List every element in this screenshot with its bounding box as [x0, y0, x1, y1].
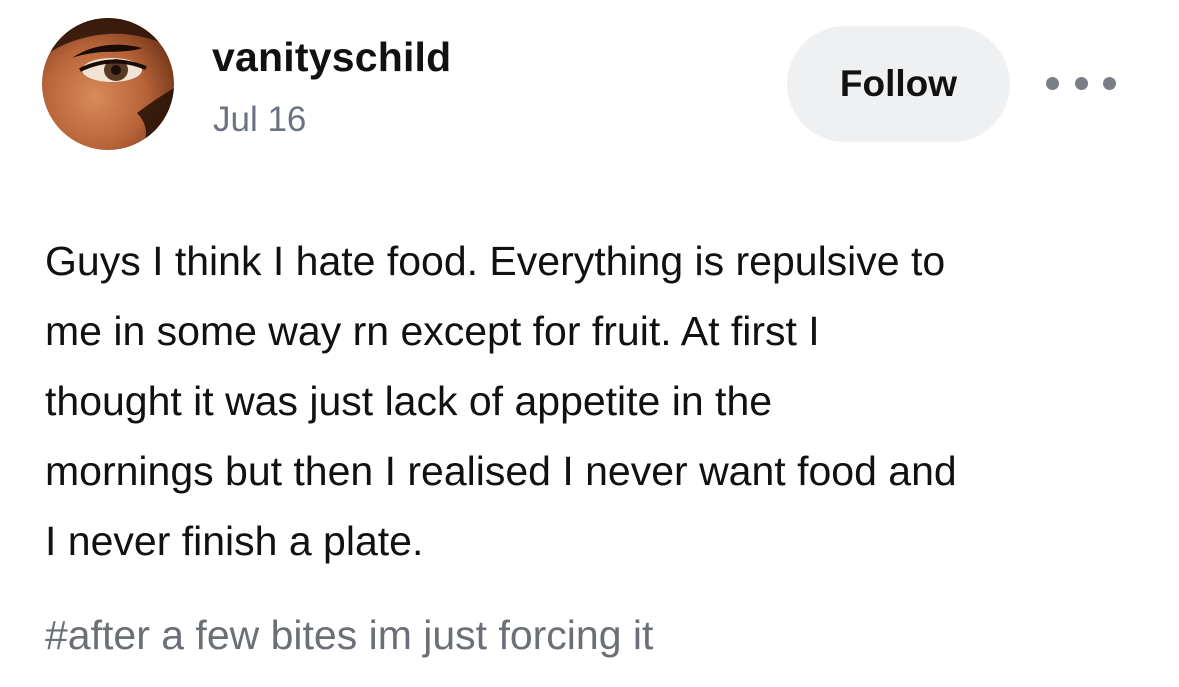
post-tag[interactable]: #after a few bites im just forcing it: [45, 612, 653, 659]
follow-button[interactable]: Follow: [787, 26, 1010, 142]
post-card: vanityschild Jul 16 Follow Guys I think …: [0, 0, 1179, 687]
avatar-image: [42, 18, 174, 150]
post-body-line: thought it was just lack of appetite in …: [45, 378, 773, 424]
post-body-line: Guys I think I hate food. Everything is …: [45, 238, 946, 284]
ellipsis-dot: [1074, 76, 1088, 90]
ellipsis-icon[interactable]: [1046, 66, 1116, 100]
post-body-line: mornings but then I realised I never wan…: [45, 448, 957, 494]
post-body: Guys I think I hate food. Everything is …: [45, 226, 1155, 576]
post-body-line: I never finish a plate.: [45, 518, 424, 564]
ellipsis-dot: [1103, 76, 1116, 90]
avatar[interactable]: [42, 18, 174, 150]
post-body-line: me in some way rn except for fruit. At f…: [45, 308, 820, 354]
username[interactable]: vanityschild: [212, 34, 451, 81]
post-date[interactable]: Jul 16: [213, 100, 306, 140]
ellipsis-dot: [1046, 76, 1059, 90]
